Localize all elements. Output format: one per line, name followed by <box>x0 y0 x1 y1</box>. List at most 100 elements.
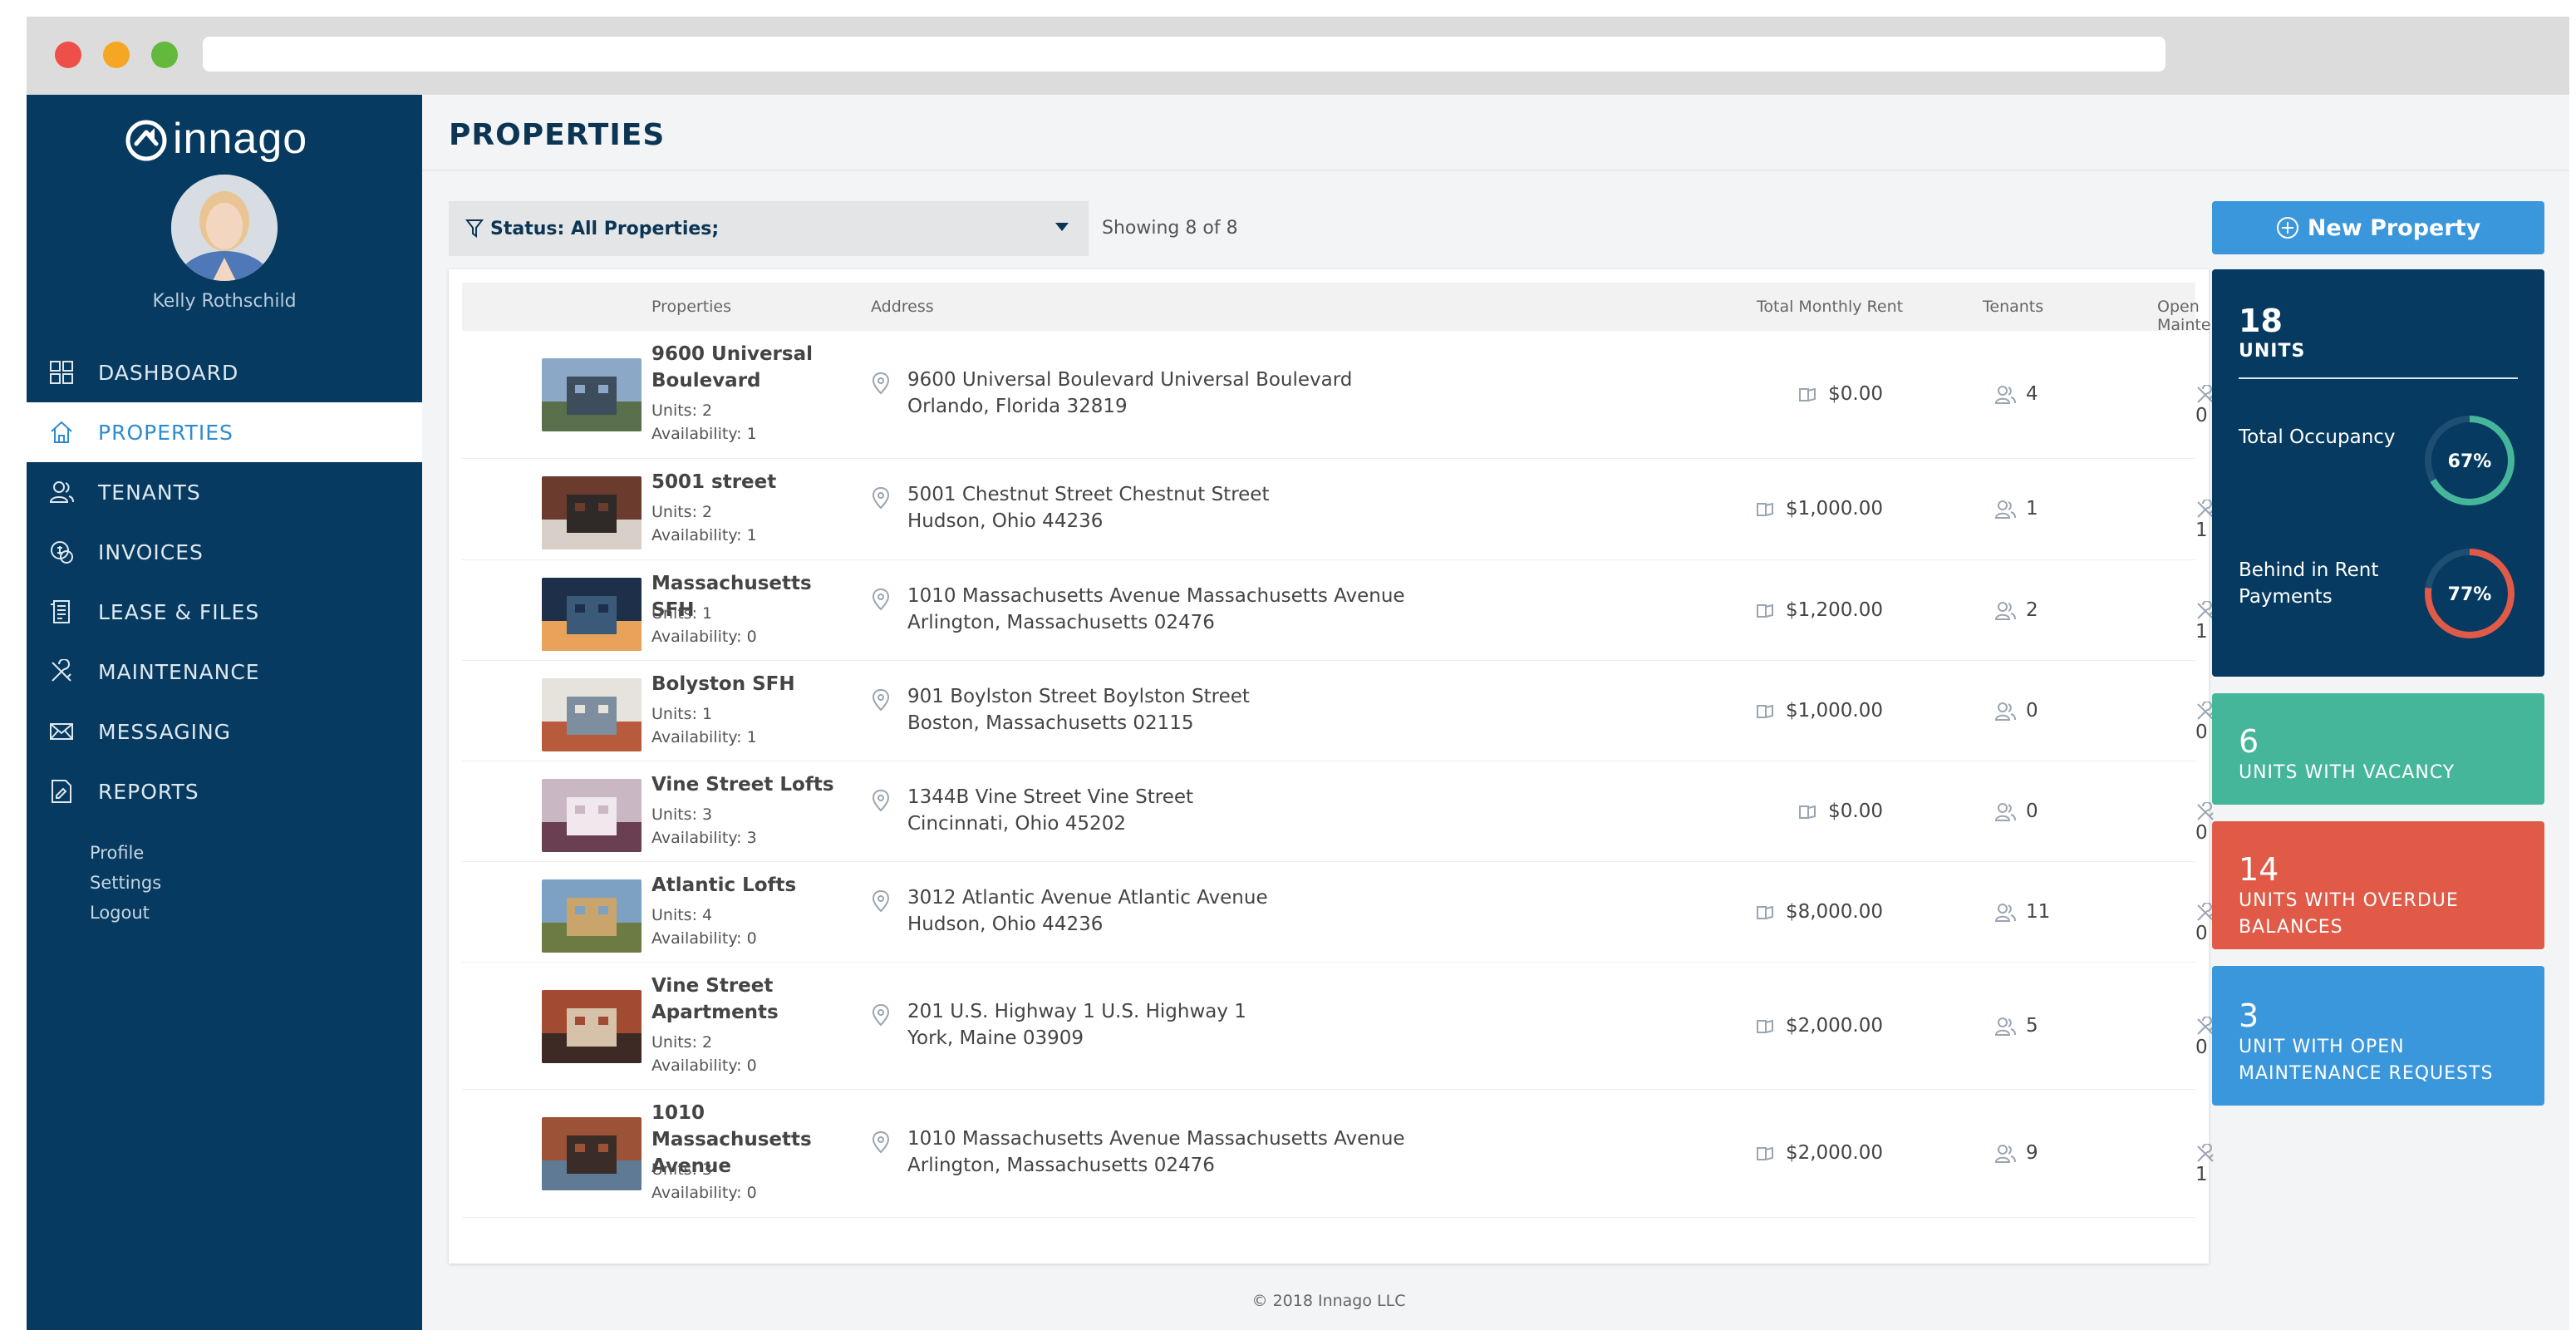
property-address-line2: Hudson, Ohio 44236 <box>907 510 1104 532</box>
location-pin-icon <box>872 688 890 712</box>
address-bar[interactable] <box>203 37 2166 71</box>
location-pin-icon <box>872 889 890 913</box>
property-units: Units: 3 <box>651 1160 713 1179</box>
status-filter-dropdown[interactable]: Status: All Properties; <box>449 201 1089 256</box>
new-property-button[interactable]: New Property <box>2212 201 2544 254</box>
rent-value: $0.00 <box>1828 383 1883 405</box>
logo-house-icon <box>125 120 167 161</box>
col-header-rent[interactable]: Total Monthly Rent <box>1757 298 1903 316</box>
overdue-count: 14 <box>2239 851 2279 888</box>
maintenance-value: 0 <box>2195 722 2208 743</box>
main-content: PROPERTIES Status: All Properties; Showi… <box>422 95 2569 1330</box>
property-units: Units: 2 <box>651 401 713 420</box>
tenants-icon <box>1994 385 2016 404</box>
vacancy-tile[interactable]: 6 UNITS WITH VACANCY <box>2212 693 2544 805</box>
nav-item-invoices[interactable]: INVOICES <box>27 522 422 582</box>
table-row[interactable]: Vine Street Lofts Units: 3 Availability:… <box>462 761 2214 862</box>
location-pin-icon <box>872 789 890 812</box>
envelope-icon <box>45 715 78 748</box>
col-header-address[interactable]: Address <box>871 298 934 316</box>
tenants-icon <box>45 475 78 509</box>
nav-item-properties[interactable]: PROPERTIES <box>27 402 422 462</box>
tenants-count: 0 <box>1994 700 2038 722</box>
browser-titlebar <box>27 17 2569 95</box>
units-summary-card: 18 UNITS Total Occupancy 67% Behind in R… <box>2212 269 2544 677</box>
property-thumbnail[interactable] <box>542 678 642 751</box>
monthly-rent: $1,000.00 <box>1684 700 1883 722</box>
page-title: PROPERTIES <box>449 118 666 152</box>
innago-logo[interactable]: innago <box>125 111 324 166</box>
avatar[interactable] <box>171 175 278 281</box>
money-icon <box>1756 502 1773 516</box>
property-name[interactable]: Vine Street Apartments <box>651 973 859 1026</box>
nav-item-reports[interactable]: REPORTS <box>27 761 422 821</box>
table-row[interactable]: Vine Street Apartments Units: 2 Availabi… <box>462 963 2214 1090</box>
property-thumbnail[interactable] <box>542 476 642 549</box>
property-name[interactable]: Atlantic Lofts <box>651 872 859 899</box>
plus-circle-icon <box>2276 217 2298 239</box>
col-header-properties[interactable]: Properties <box>651 298 731 316</box>
location-pin-icon <box>872 486 890 510</box>
occupancy-label: Total Occupancy <box>2239 426 2396 448</box>
table-row[interactable]: 5001 street Units: 2 Availability: 1 500… <box>462 459 2214 560</box>
nav-label: MESSAGING <box>98 719 232 744</box>
location-pin-icon <box>872 1003 890 1027</box>
table-row[interactable]: Atlantic Lofts Units: 4 Availability: 0 … <box>462 862 2214 963</box>
property-address-line1: 901 Boylston Street Boylston Street <box>907 686 1250 707</box>
overdue-tile[interactable]: 14 UNITS WITH OVERDUE BALANCES <box>2212 821 2544 949</box>
maximize-window-button[interactable] <box>151 42 178 68</box>
tools-icon <box>2197 1143 2214 1162</box>
table-row[interactable]: Massachusetts SFH Units: 1 Availability:… <box>462 560 2214 661</box>
tenants-icon <box>1994 1144 2016 1163</box>
tenants-icon <box>1994 500 2016 519</box>
property-name[interactable]: 9600 Universal Boulevard <box>651 341 859 394</box>
col-header-tenants[interactable]: Tenants <box>1983 298 2043 316</box>
table-row[interactable]: 9600 Universal Boulevard Units: 2 Availa… <box>462 331 2214 459</box>
property-name[interactable]: Vine Street Lofts <box>651 771 859 798</box>
table-row[interactable]: Bolyston SFH Units: 1 Availability: 1 90… <box>462 661 2214 761</box>
property-address-line2: Hudson, Ohio 44236 <box>907 914 1104 935</box>
property-thumbnail[interactable] <box>542 578 642 651</box>
maintenance-value: 0 <box>2195 923 2208 944</box>
open-maintenance-count: 1 <box>2195 1142 2225 1185</box>
logout-link[interactable]: Logout <box>90 903 161 933</box>
nav-item-tenants[interactable]: TENANTS <box>27 462 422 522</box>
occupancy-gauge: 67% <box>2425 416 2515 505</box>
tools-icon <box>45 655 78 688</box>
table-row[interactable]: 1010 Massachusetts Avenue Units: 3 Avail… <box>462 1090 2214 1218</box>
property-thumbnail[interactable] <box>542 358 642 431</box>
tenants-count: 9 <box>1994 1142 2038 1164</box>
property-address-line2: York, Maine 03909 <box>907 1027 1084 1049</box>
property-thumbnail[interactable] <box>542 879 642 953</box>
property-units: Units: 2 <box>651 1033 713 1052</box>
settings-link[interactable]: Settings <box>90 873 161 903</box>
property-thumbnail[interactable] <box>542 990 642 1063</box>
profile-link[interactable]: Profile <box>90 843 161 873</box>
property-address-line1: 5001 Chestnut Street Chestnut Street <box>907 484 1270 505</box>
behind-gauge: 77% <box>2425 549 2515 638</box>
nav-label: MAINTENANCE <box>98 659 260 684</box>
nav-item-dashboard[interactable]: DASHBOARD <box>27 342 422 402</box>
filter-label: Status: All Properties; <box>490 218 720 239</box>
money-icon <box>1799 387 1816 401</box>
tenants-value: 5 <box>2026 1015 2038 1037</box>
properties-table: Properties Address Total Monthly Rent Te… <box>449 269 2259 1264</box>
close-window-button[interactable] <box>55 42 81 68</box>
property-name[interactable]: 5001 street <box>651 469 859 495</box>
monthly-rent: $1,000.00 <box>1684 498 1883 520</box>
nav-item-maintenance[interactable]: MAINTENANCE <box>27 642 422 702</box>
maintenance-tile[interactable]: 3 UNIT WITH OPEN MAINTENANCE REQUESTS <box>2212 966 2544 1106</box>
property-name[interactable]: Bolyston SFH <box>651 671 859 697</box>
home-icon <box>45 416 78 449</box>
tenants-value: 0 <box>2026 800 2038 822</box>
property-thumbnail[interactable] <box>542 779 642 852</box>
maintenance-value: 1 <box>2195 1164 2208 1185</box>
nav-item-messaging[interactable]: MESSAGING <box>27 702 422 761</box>
minimize-window-button[interactable] <box>103 42 130 68</box>
property-thumbnail[interactable] <box>542 1117 642 1190</box>
nav-item-lease-files[interactable]: LEASE & FILES <box>27 582 422 642</box>
tenants-count: 1 <box>1994 498 2038 520</box>
property-address-line1: 9600 Universal Boulevard Universal Boule… <box>907 369 1353 391</box>
rent-value: $2,000.00 <box>1785 1015 1883 1037</box>
invoice-icon <box>45 535 78 569</box>
